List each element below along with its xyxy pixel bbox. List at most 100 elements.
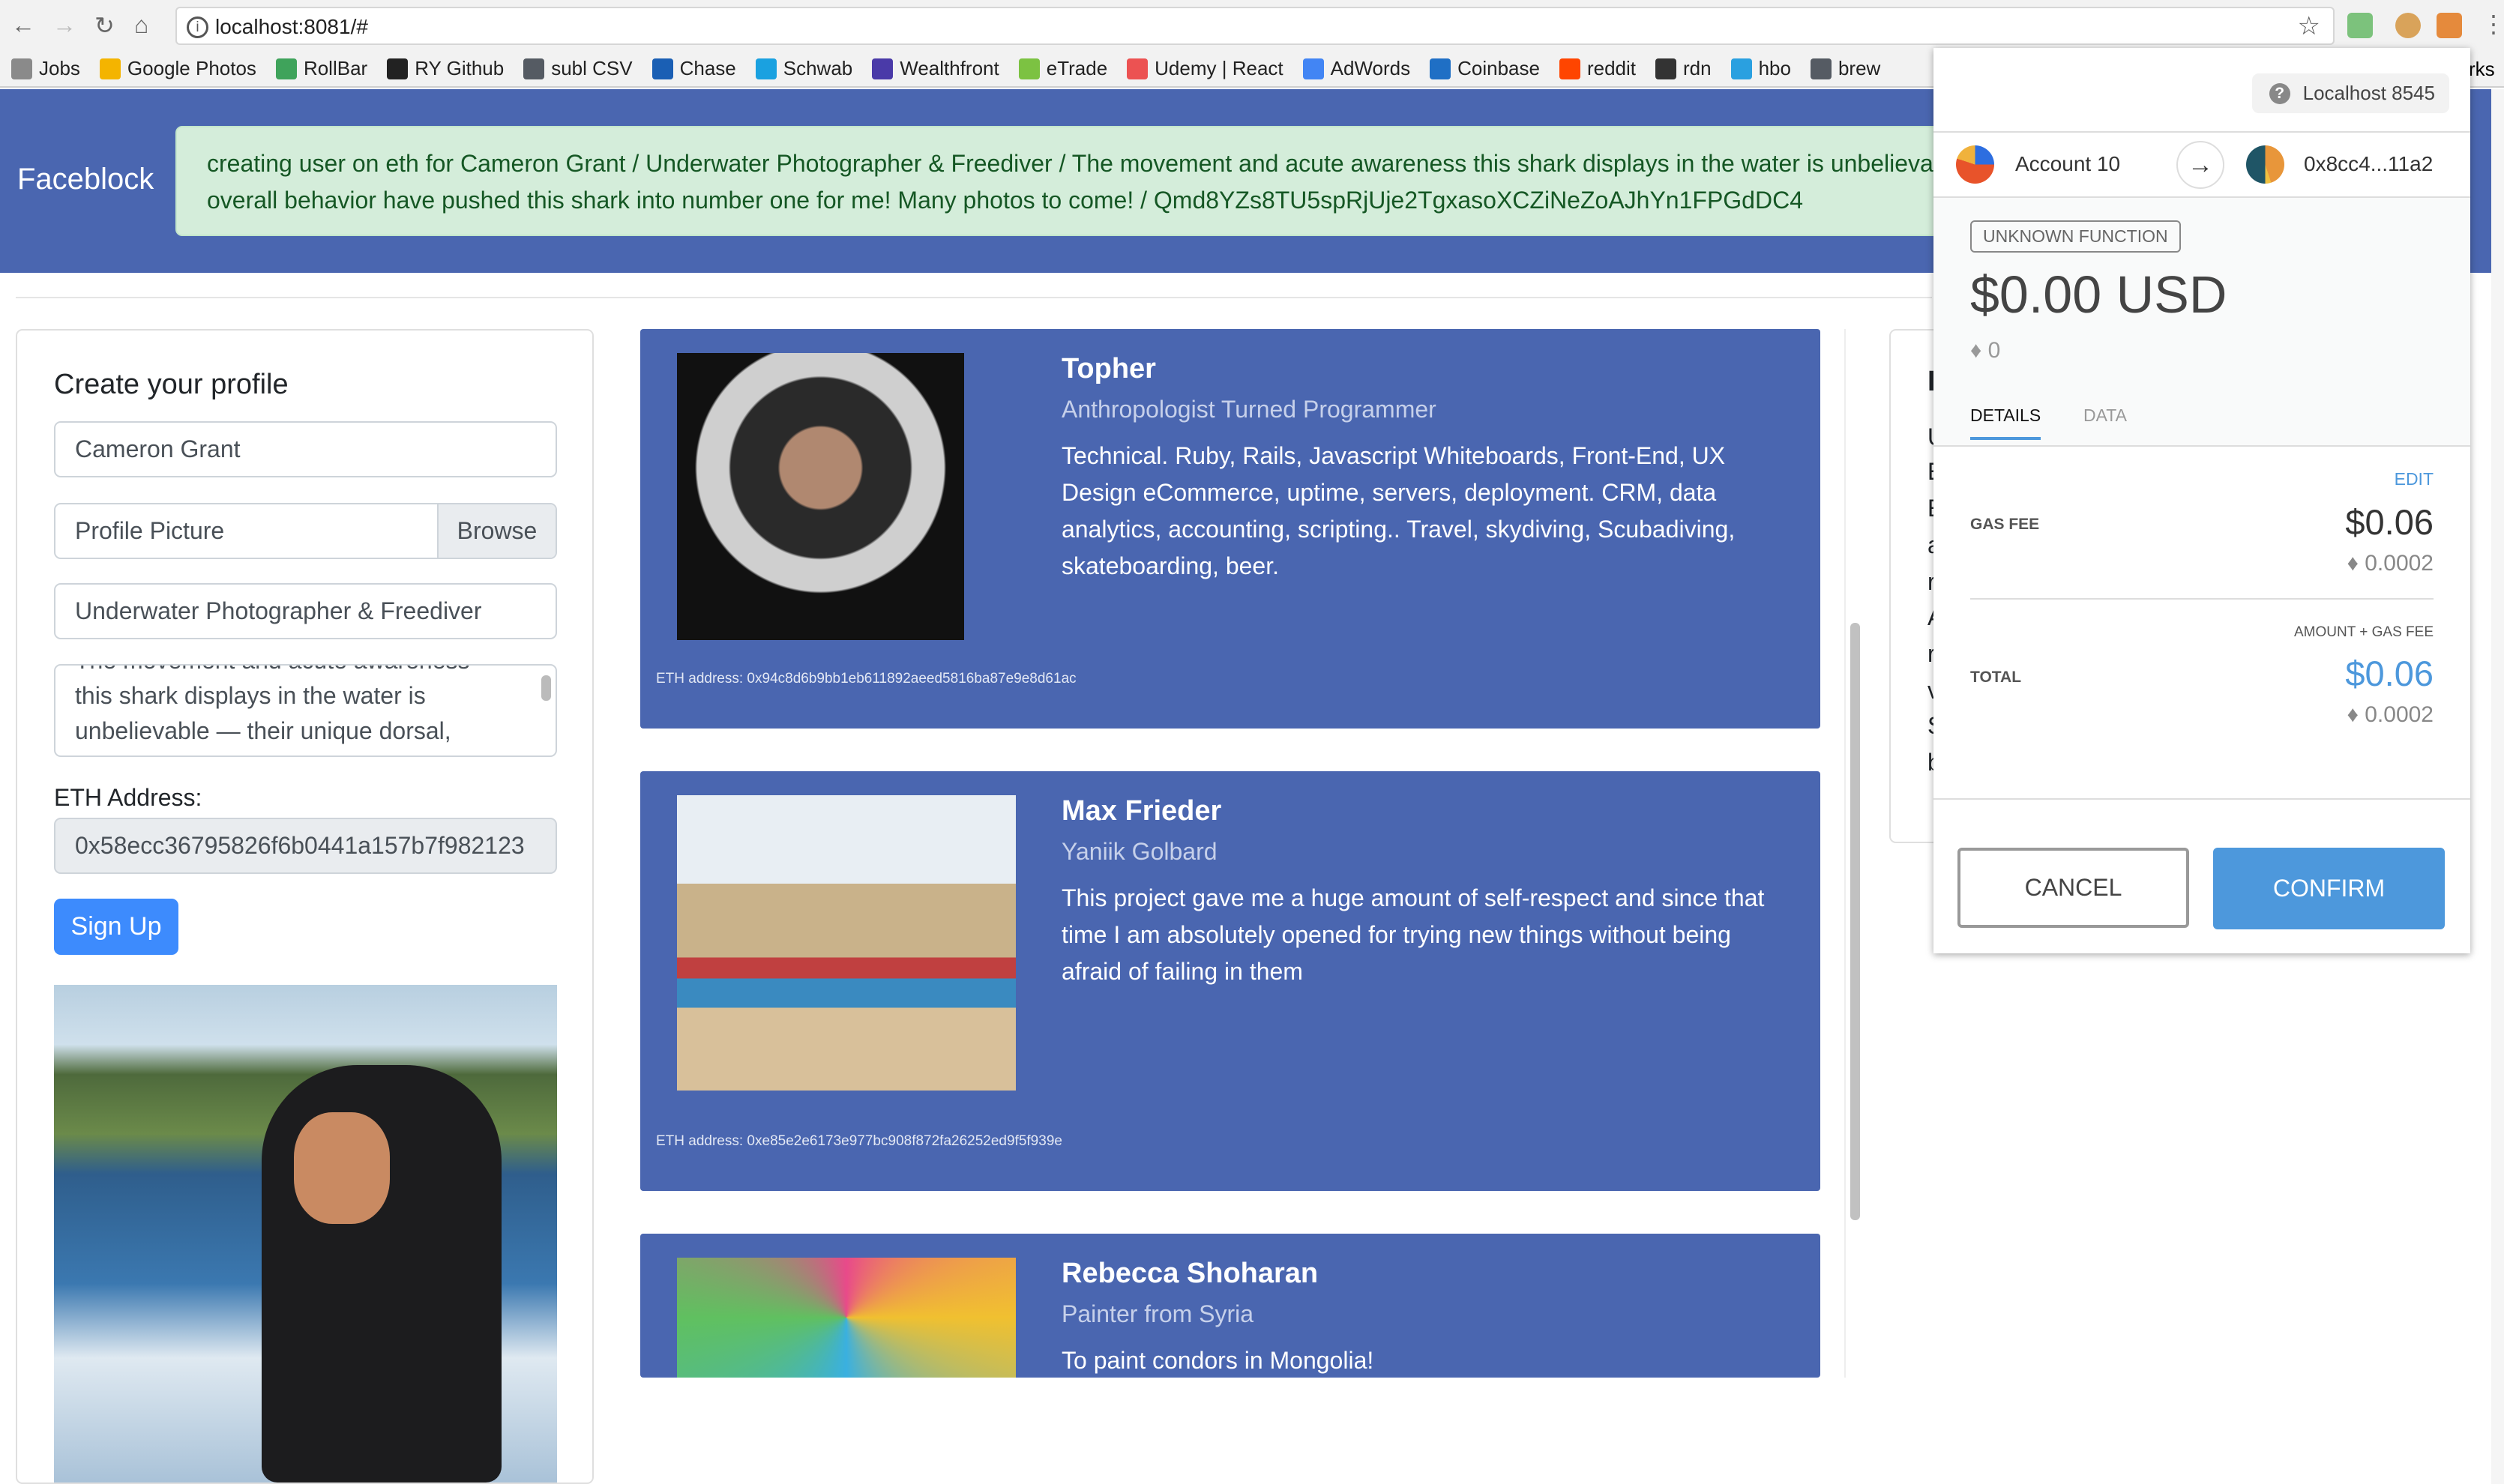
bookmark-item[interactable]: RollBar (275, 57, 367, 80)
profile-photo (677, 353, 964, 640)
star-icon[interactable]: ☆ (2298, 11, 2320, 41)
profile-name: Topher (1062, 353, 1156, 384)
amount-eth: ♦ 0 (1970, 338, 2001, 363)
sign-up-button[interactable]: Sign Up (54, 899, 178, 955)
forward-icon[interactable]: → (52, 11, 76, 39)
amount-usd: $0.00 USD (1970, 265, 2227, 324)
bookmark-label: Jobs (39, 57, 80, 79)
account-row: Account 10 → 0x8cc4...11a2 (1933, 131, 2470, 198)
profile-title: Yaniik Golbard (1062, 838, 1218, 865)
bookmark-item[interactable]: brew (1810, 57, 1880, 80)
bookmark-icon (11, 58, 32, 79)
home-icon[interactable]: ⌂ (134, 11, 148, 39)
bookmark-item[interactable]: Wealthfront (872, 57, 999, 80)
brand-logo[interactable]: Faceblock (17, 163, 154, 196)
browse-button[interactable]: Browse (437, 504, 556, 558)
page-scrollbar[interactable] (2491, 89, 2504, 1484)
total-label: TOTAL (1970, 669, 2022, 686)
address-bar[interactable]: i localhost:8081/# ☆ (175, 7, 2335, 45)
form-title: Create your profile (54, 369, 289, 400)
confirm-button[interactable]: CONFIRM (2213, 848, 2445, 929)
divider (16, 297, 1932, 298)
bio-textarea[interactable]: The movement and acute awareness this sh… (54, 664, 557, 757)
bookmark-item[interactable]: Jobs (11, 57, 80, 80)
arrow-right-icon: → (2176, 141, 2224, 189)
bookmark-item[interactable]: RY Github (387, 57, 504, 80)
profile-list-scrollbar[interactable] (1844, 329, 1863, 1378)
gas-fee-usd: $0.06 (2345, 502, 2434, 542)
from-account[interactable]: Account 10 (2015, 152, 2120, 176)
to-address[interactable]: 0x8cc4...11a2 (2304, 152, 2433, 176)
gas-fee-label: GAS FEE (1970, 516, 2040, 533)
profile-title: Anthropologist Turned Programmer (1062, 396, 1436, 423)
photo-subject-face (294, 1112, 390, 1224)
bookmark-icon (651, 58, 673, 79)
url-text[interactable]: localhost:8081/# (215, 15, 368, 39)
bookmark-icon (872, 58, 894, 79)
bookmark-label: AdWords (1330, 57, 1411, 79)
bookmark-icon (1302, 58, 1324, 79)
cancel-button[interactable]: CANCEL (1957, 848, 2189, 928)
extension-icon[interactable] (2347, 13, 2373, 38)
status-alert: creating user on eth for Cameron Grant /… (175, 126, 1964, 236)
textarea-scrollbar[interactable] (541, 675, 551, 701)
bookmark-item[interactable]: Schwab (755, 57, 852, 80)
profile-photo (677, 1258, 1016, 1378)
total-sub-label: AMOUNT + GAS FEE (2294, 624, 2434, 640)
bookmark-item[interactable]: Google Photos (99, 57, 256, 80)
tab-details[interactable]: DETAILS (1970, 405, 2041, 440)
bookmark-icon (1810, 58, 1832, 79)
bookmark-item[interactable]: Coinbase (1430, 57, 1540, 80)
cookie-extension-icon[interactable] (2395, 13, 2421, 38)
bookmark-item[interactable]: eTrade (1018, 57, 1107, 80)
divider (1970, 598, 2434, 600)
bookmark-label: Wealthfront (900, 57, 999, 79)
bookmark-icon (387, 58, 409, 79)
profile-name: Rebecca Shoharan (1062, 1258, 1319, 1289)
edit-gas-link[interactable]: EDIT (2395, 469, 2434, 489)
reload-icon[interactable]: ↻ (94, 11, 115, 40)
bookmarks-overflow[interactable]: rks (2469, 58, 2495, 81)
bookmark-icon (1730, 58, 1752, 79)
metamask-fox-icon[interactable] (2437, 13, 2462, 38)
info-icon[interactable]: i (187, 16, 208, 38)
profile-picture-placeholder: Profile Picture (75, 517, 225, 544)
total-eth: ♦ 0.0002 (2347, 702, 2434, 727)
profile-eth-address: ETH address: 0x94c8d6b9bb1eb611892aeed58… (656, 671, 1077, 687)
bookmark-icon (1018, 58, 1040, 79)
bookmark-icon (1655, 58, 1676, 79)
profile-eth-address: ETH address: 0xe85e2e6173e977bc908f872fa… (656, 1133, 1062, 1149)
bookmark-item[interactable]: Udemy | React (1127, 57, 1283, 80)
network-selector[interactable]: ? Localhost 8545 (2251, 73, 2449, 113)
total-usd: $0.06 (2345, 654, 2434, 693)
bookmark-icon (1430, 58, 1451, 79)
back-icon[interactable]: ← (11, 11, 35, 39)
name-input[interactable]: Cameron Grant (54, 421, 557, 477)
scrollbar-thumb[interactable] (1850, 623, 1860, 1220)
menu-icon[interactable]: ⋮ (2482, 10, 2504, 38)
profile-photo-preview (54, 985, 557, 1483)
bookmark-item[interactable]: reddit (1559, 57, 1636, 80)
profile-picture-input[interactable]: Profile Picture Browse (54, 503, 557, 559)
bookmark-item[interactable]: Chase (651, 57, 736, 80)
bookmark-label: hbo (1758, 57, 1791, 79)
bookmark-item[interactable]: hbo (1730, 57, 1791, 80)
profile-photo (677, 795, 1016, 1091)
alert-line: creating user on eth for Cameron Grant /… (207, 150, 1964, 177)
title-input[interactable]: Underwater Photographer & Freediver (54, 583, 557, 639)
bookmark-label: reddit (1586, 57, 1636, 79)
profile-card: Rebecca Shoharan Painter from Syria To pai… (640, 1234, 1820, 1378)
bookmark-item[interactable]: rdn (1655, 57, 1712, 80)
bookmark-item[interactable]: subl CSV (523, 57, 633, 80)
bookmark-icon (523, 58, 545, 79)
function-badge: UNKNOWN FUNCTION (1970, 220, 2181, 253)
profile-description: To paint condors in Mongolia! (1062, 1347, 1374, 1374)
bookmark-icon (1127, 58, 1149, 79)
tab-data[interactable]: DATA (2083, 405, 2127, 437)
profile-card: Max Frieder Yaniik Golbard This project ga… (640, 771, 1820, 1191)
bookmark-item[interactable]: AdWords (1302, 57, 1411, 80)
metamask-popup: ? Localhost 8545 Account 10 → 0x8cc4...11… (1933, 48, 2470, 953)
bookmark-icon (99, 58, 121, 79)
bookmark-label: Coinbase (1457, 57, 1540, 79)
profile-description: Technical. Ruby, Rails, Javascript White… (1062, 442, 1736, 579)
